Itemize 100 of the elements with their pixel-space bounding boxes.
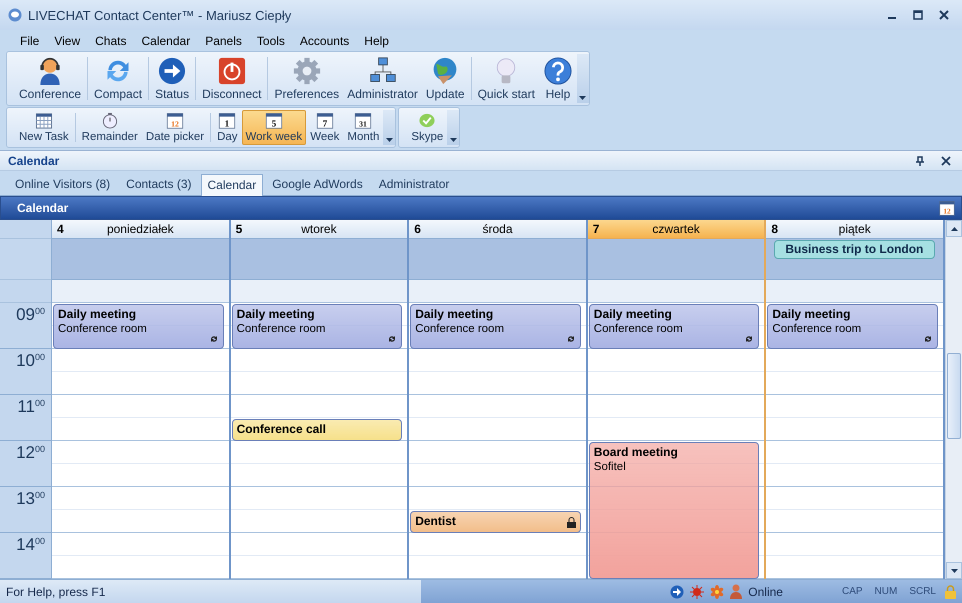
caret-icon [386,138,393,142]
view-button[interactable]: 5 Work week [242,110,306,145]
event-title: Board meeting [594,445,679,459]
toolbar-button[interactable]: Conference [15,54,86,103]
calendar-icon: 1 [217,112,238,129]
toolbar-button[interactable]: Skype [407,110,448,145]
calendar-event[interactable]: Daily meeting Conference room [53,304,224,349]
view-button[interactable]: 7 Week [306,110,344,145]
event-title: Daily meeting [58,307,138,321]
all-day-event[interactable]: Business trip to London [774,240,935,259]
scroll-up-button[interactable] [946,220,962,237]
toolbar-button[interactable]: Update [422,54,469,103]
menu-item[interactable]: Help [356,34,396,48]
hour-label: 10$^{00}$ [16,351,45,371]
day-header[interactable]: 7 czwartek [588,220,764,239]
scroll-down-button[interactable] [946,562,962,579]
calendar-icon: 7 [314,112,335,129]
event-location: Conference room [415,323,506,335]
toolbar-options-button[interactable] [447,110,460,145]
maximize-icon [913,10,923,20]
day-header[interactable]: 6 środa [409,220,586,239]
calendar-event[interactable]: Board meeting Sofitel [588,442,760,579]
toolbar-button[interactable]: Quick start [474,54,539,103]
arrow-right-icon [670,584,684,598]
view-button[interactable]: 1 Day [213,110,242,145]
calendar-event[interactable]: Conference call [232,419,402,441]
flower-icon [710,584,724,598]
caret-icon [950,568,958,572]
checkmark-icon [418,112,436,129]
tab[interactable]: Calendar [200,174,264,196]
calendar-event[interactable]: Daily meeting Conference room [410,304,581,349]
arrow-right-icon [157,57,188,85]
event-title: Daily meeting [236,307,316,321]
toolbar-options-button[interactable] [383,110,396,145]
toolbar-button[interactable]: Disconnect [198,54,266,103]
calendar-event[interactable]: Dentist [410,511,581,533]
stopwatch-icon [100,112,119,129]
recurrence-icon [208,334,219,344]
menu-item[interactable]: Panels [197,34,249,48]
all-day-area[interactable]: Business trip to London [766,239,943,280]
calendar-grid-icon [34,112,53,129]
minimize-icon [888,17,896,19]
menu-item[interactable]: Calendar [134,34,198,48]
window-title: LIVECHAT Contact Center™ - Mariusz Ciepły [28,8,292,22]
calendar-icon: 12 [164,112,185,129]
caret-icon [950,226,958,230]
menu-item[interactable]: View [46,34,88,48]
view-button[interactable]: Remainder [78,110,142,145]
tab[interactable]: Online Visitors (8) [8,173,118,195]
scroll-thumb[interactable] [947,353,961,439]
help-icon [542,57,573,85]
day-header[interactable]: 4 poniedziałek [52,220,229,239]
status-text: For Help, press F1 [5,584,106,598]
event-title: Conference call [236,422,327,436]
power-icon [216,57,247,85]
caret-icon [450,138,457,142]
event-title: Daily meeting [415,307,494,321]
toolbar-button[interactable]: Status [151,54,194,103]
calendar-icon: 31 [353,112,374,129]
hour-label: 13$^{00}$ [16,489,45,509]
view-button[interactable]: 31 Month [343,110,384,145]
hour-label: 14$^{00}$ [16,535,45,555]
recurrence-icon [923,334,933,344]
menu-item[interactable]: Accounts [292,34,356,48]
view-button[interactable]: 12 Date picker [142,110,208,145]
event-location: Conference room [772,323,862,335]
chat-bubble-icon [8,8,22,22]
panel-title: Calendar [8,154,60,168]
lock-icon [566,517,576,528]
menu-item[interactable]: File [12,34,46,48]
tab[interactable]: Contacts (3) [119,173,199,195]
event-location: Sofitel [594,461,627,473]
tab[interactable]: Google AdWords [265,173,370,195]
hour-label: 12$^{00}$ [16,443,45,463]
event-location: Conference room [594,323,684,335]
calendar-event[interactable]: Daily meeting Conference room [232,304,402,349]
presence-status: Online [748,584,783,598]
key-indicator: CAP [840,586,864,598]
calendar-event[interactable]: Daily meeting Conference room [588,304,760,349]
recurrence-icon [387,334,398,344]
menu-item[interactable]: Tools [248,34,292,48]
recurrence-icon [566,334,576,344]
caret-icon [579,96,586,100]
day-header[interactable]: 5 wtorek [230,220,408,239]
day-header[interactable]: 8 piątek [766,220,943,239]
toolbar-button[interactable]: Administrator [343,54,422,103]
toolbar-button[interactable]: Help [538,54,577,103]
recurrence-icon [744,334,754,344]
tab[interactable]: Administrator [372,173,456,195]
event-title: Daily meeting [594,307,673,321]
view-button[interactable]: New Task [15,110,73,145]
calendar-icon: 5 [264,112,284,129]
toolbar-options-button[interactable] [576,54,589,103]
hour-label: 11$^{00}$ [17,397,45,417]
calendar-event[interactable]: Daily meeting Conference room [767,304,938,349]
toolbar-button[interactable]: Compact [90,54,146,103]
close-icon [941,156,951,166]
toolbar-button[interactable]: Preferences [270,54,344,103]
menu-item[interactable]: Chats [87,34,134,48]
key-indicator: NUM [874,586,898,598]
